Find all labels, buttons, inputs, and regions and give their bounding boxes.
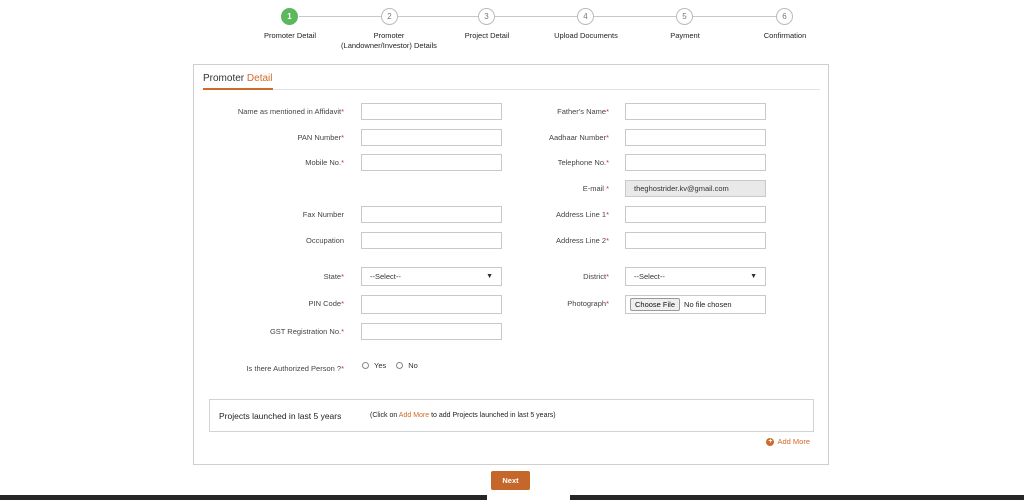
photograph-file-input[interactable]: Choose File No file chosen [625, 295, 766, 314]
stepper-connector [594, 16, 676, 17]
add-more-button[interactable]: + Add More [766, 437, 810, 446]
district-select[interactable]: --Select-- ▼ [625, 267, 766, 286]
step-6-circle[interactable]: 6 [776, 8, 793, 25]
stepper-connector [693, 16, 776, 17]
chevron-down-icon: ▼ [750, 273, 757, 280]
step-2-circle[interactable]: 2 [381, 8, 398, 25]
projects-note-prefix: (Click on [370, 412, 398, 419]
fathers-name-label: Father's Name* [557, 107, 609, 116]
email-input [625, 180, 766, 197]
plus-circle-icon: + [766, 437, 775, 446]
promoter-detail-card: Promoter Detail Name as mentioned in Aff… [193, 64, 829, 465]
step-5-circle[interactable]: 5 [676, 8, 693, 25]
step-6-label[interactable]: Confirmation [715, 31, 855, 41]
telephone-input[interactable] [625, 154, 766, 171]
next-button[interactable]: Next [491, 471, 530, 490]
email-label: E-mail * [582, 184, 609, 193]
file-status: No file chosen [684, 300, 732, 309]
section-title-main: Promoter [203, 73, 245, 84]
district-select-value: --Select-- [634, 272, 665, 281]
authorized-no-label[interactable]: No [408, 361, 418, 370]
projects-title: Projects launched in last 5 years [219, 411, 342, 421]
pan-label: PAN Number* [297, 133, 344, 142]
fathers-name-input[interactable] [625, 103, 766, 120]
authorized-yes-radio[interactable] [362, 362, 369, 369]
step-4-circle[interactable]: 4 [577, 8, 594, 25]
add-more-label: Add More [777, 437, 810, 446]
gst-label: GST Registration No.* [269, 327, 344, 336]
step-1-circle[interactable]: 1 [281, 8, 298, 25]
district-label: District* [583, 272, 609, 281]
bottom-bar-left [0, 495, 487, 500]
state-label: State* [323, 272, 344, 281]
stepper-connector [299, 16, 381, 17]
stepper-connector [495, 16, 577, 17]
title-underline [203, 88, 273, 90]
aadhaar-input[interactable] [625, 129, 766, 146]
step-3-circle[interactable]: 3 [478, 8, 495, 25]
state-select-value: --Select-- [370, 272, 401, 281]
address2-input[interactable] [625, 232, 766, 249]
authorized-person-label: Is there Authorized Person ?* [246, 364, 344, 373]
choose-file-button[interactable]: Choose File [630, 298, 681, 311]
authorized-no-radio[interactable] [396, 362, 404, 369]
projects-note-suffix: to add Projects launched in last 5 years… [431, 412, 556, 419]
title-divider [273, 89, 820, 90]
occupation-label: Occupation [306, 236, 344, 245]
authorized-yes-label[interactable]: Yes [374, 361, 386, 370]
pin-label: PIN Code* [308, 299, 344, 308]
bottom-bar-right [570, 495, 1024, 500]
section-title: Promoter Detail [203, 73, 272, 84]
telephone-label: Telephone No.* [557, 158, 609, 167]
address1-input[interactable] [625, 206, 766, 223]
projects-add-more-link[interactable]: Add More [399, 412, 429, 419]
address2-label: Address Line 2* [556, 236, 609, 245]
gst-input[interactable] [361, 323, 502, 340]
fax-label: Fax Number [302, 210, 344, 219]
progress-stepper: 1 2 3 4 5 6 Promoter Detail Promoter (La… [0, 0, 1024, 56]
name-affidavit-label: Name as mentioned in Affidavit* [237, 107, 344, 116]
address1-label: Address Line 1* [556, 210, 609, 219]
step-2-label-line2: (Landowner/Investor) Details [341, 41, 437, 50]
projects-launched-box: Projects launched in last 5 years (Click… [209, 399, 814, 432]
step-2-label-line1: Promoter [373, 31, 405, 40]
stepper-connector [398, 16, 478, 17]
authorized-person-radio-group: Yes No [362, 361, 428, 370]
projects-note: (Click on Add More to add Projects launc… [370, 412, 556, 419]
aadhaar-label: Aadhaar Number* [548, 133, 609, 142]
mobile-label: Mobile No.* [305, 158, 344, 167]
photograph-label: Photograph* [567, 299, 609, 308]
section-title-accent: Detail [246, 73, 273, 84]
